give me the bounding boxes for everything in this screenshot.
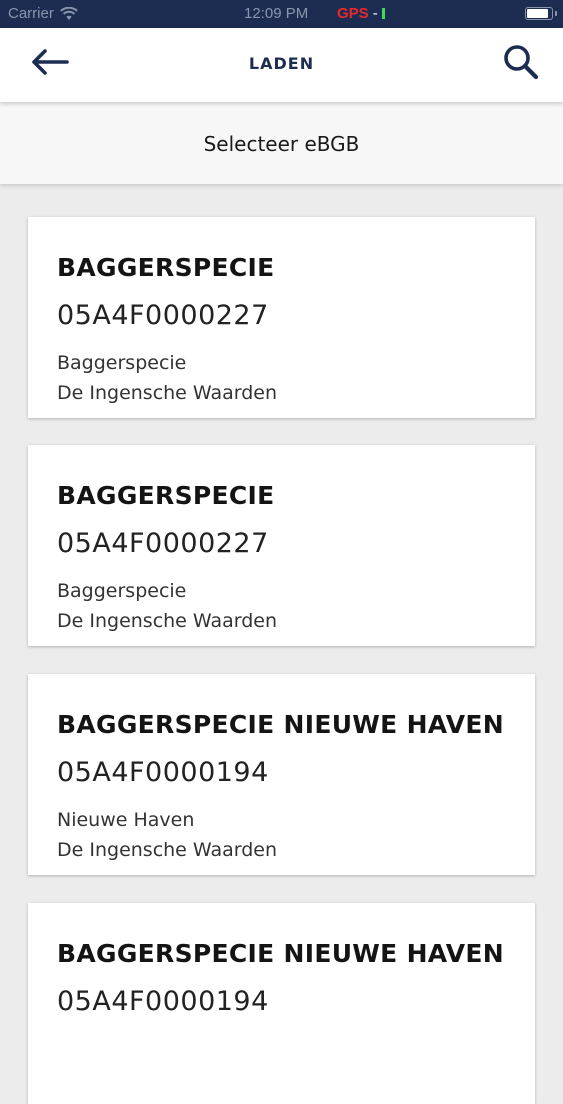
item-code: 05A4F0000194 xyxy=(57,986,269,1017)
item-code: 05A4F0000227 xyxy=(57,528,269,559)
battery-icon xyxy=(525,7,557,20)
item-code: 05A4F0000227 xyxy=(57,300,269,331)
list-item[interactable]: BAGGERSPECIE 05A4F0000227 Baggerspecie D… xyxy=(28,217,535,418)
app-header: LADEN xyxy=(0,28,563,102)
item-subtitle: Baggerspecie xyxy=(57,580,187,602)
battery-level xyxy=(527,9,549,18)
search-button[interactable] xyxy=(497,38,545,86)
list-item[interactable]: BAGGERSPECIE 05A4F0000227 Baggerspecie D… xyxy=(28,445,535,646)
carrier-group: Carrier xyxy=(8,5,78,22)
carrier-label: Carrier xyxy=(8,5,54,22)
list-item[interactable]: BAGGERSPECIE NIEUWE HAVEN 05A4F0000194 xyxy=(28,903,535,1104)
item-name: BAGGERSPECIE xyxy=(57,253,275,282)
gps-label: GPS xyxy=(337,5,369,22)
status-time: 12:09 PM xyxy=(244,5,309,22)
subheader: Selecteer eBGB xyxy=(0,102,563,184)
wifi-icon xyxy=(60,6,78,20)
gps-separator: - xyxy=(372,5,378,22)
item-name: BAGGERSPECIE xyxy=(57,481,275,510)
item-subtitle: Baggerspecie xyxy=(57,352,187,374)
status-bar: Carrier 12:09 PM GPS - xyxy=(0,0,563,28)
gps-signal-icon xyxy=(381,8,385,19)
gps-indicator: GPS - xyxy=(337,5,385,22)
item-name: BAGGERSPECIE NIEUWE HAVEN xyxy=(57,710,504,739)
item-name: BAGGERSPECIE NIEUWE HAVEN xyxy=(57,939,504,968)
item-code: 05A4F0000194 xyxy=(57,757,269,788)
item-location: De Ingensche Waarden xyxy=(57,610,278,632)
list-item[interactable]: BAGGERSPECIE NIEUWE HAVEN 05A4F0000194 N… xyxy=(28,674,535,875)
search-icon xyxy=(504,45,539,80)
subheader-title: Selecteer eBGB xyxy=(203,132,360,156)
page-title: LADEN xyxy=(248,54,315,73)
item-location: De Ingensche Waarden xyxy=(57,382,278,404)
item-location: De Ingensche Waarden xyxy=(57,839,278,861)
item-subtitle: Nieuwe Haven xyxy=(57,809,195,831)
